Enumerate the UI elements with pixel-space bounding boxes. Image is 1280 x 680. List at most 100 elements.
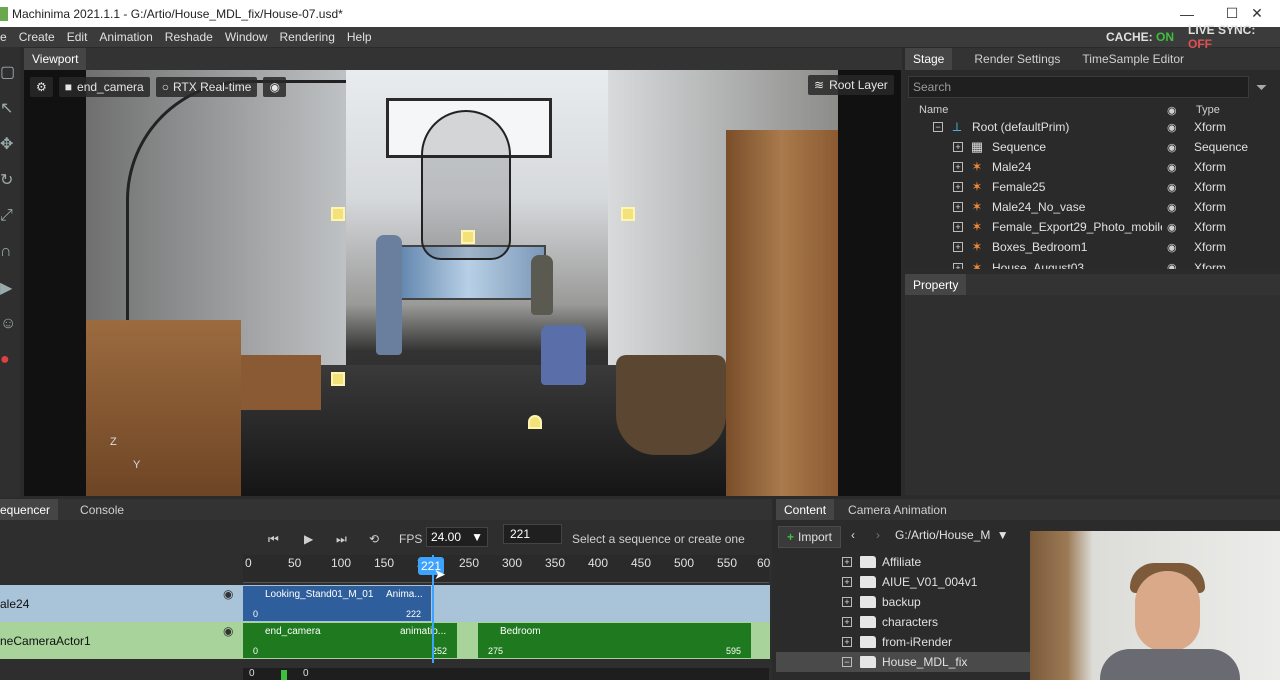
folder-row[interactable]: + AIUE_V01_004v1 [776,572,1031,592]
snap-tool-icon[interactable]: ∩ [0,241,16,263]
light-gizmo-icon[interactable] [331,372,345,386]
stage-row[interactable]: + ✶ Female_Export29_Photo_mobile ◉ Xform [908,217,1280,237]
expand-icon[interactable]: + [953,222,963,232]
eye-icon[interactable]: ◉ [1167,241,1177,254]
col-visibility-eye-icon[interactable]: ◉ [1167,104,1177,117]
viewport[interactable] [24,70,901,496]
step-forward-icon[interactable]: ⏭ [336,528,347,550]
eye-icon[interactable]: ◉ [1167,161,1177,174]
tab-console[interactable]: Console [72,499,132,521]
camera-clip[interactable]: Bedroom 275 595 [478,623,751,658]
timeline-ruler[interactable]: 0 50 100 150 200 250 300 350 400 450 500… [243,555,770,583]
menu-file-partial[interactable]: e [0,30,13,44]
track-row[interactable]: ale24 ◉ Looking_Stand01_M_01 Anima... 0 … [0,585,770,622]
eye-icon[interactable]: ◉ [1167,121,1177,134]
folder-row[interactable]: + characters [776,612,1031,632]
camera-selector[interactable]: ■ end_camera [58,77,150,97]
visibility-toggle[interactable]: ◉ [263,77,286,97]
tab-camera-animation[interactable]: Camera Animation [840,499,955,521]
fps-select[interactable]: 24.00 ▼ [426,527,488,547]
scale-tool-icon[interactable]: ⤢ [0,205,16,227]
light-gizmo-icon[interactable] [331,207,345,221]
folder-row-selected[interactable]: − House_MDL_fix [776,652,1031,672]
loop-icon[interactable]: ⟲ [369,528,379,550]
import-button[interactable]: + Import [778,526,841,548]
stage-row[interactable]: + ▦ Sequence ◉ Sequence [908,137,1280,157]
folder-row[interactable]: + backup [776,592,1031,612]
content-path[interactable]: G:/Artio/House_M ▼ [895,525,1015,545]
stage-row[interactable]: − ⟂ Root (defaultPrim) ◉ Xform [908,117,1280,137]
expand-icon[interactable]: + [953,182,963,192]
col-type-header[interactable]: Type [1196,104,1220,116]
menu-help[interactable]: Help [341,30,378,44]
expand-icon[interactable]: + [842,597,852,607]
expand-icon[interactable]: + [953,142,963,152]
expand-icon[interactable]: + [842,557,852,567]
tab-timesample-editor[interactable]: TimeSample Editor [1074,48,1192,70]
folder-row[interactable]: + Affiliate [776,552,1031,572]
live-sync-status[interactable]: LIVE SYNC: OFF [1188,23,1280,51]
menu-animation[interactable]: Animation [93,30,158,44]
pointer-tool-icon[interactable]: ↖ [0,97,16,119]
stage-row[interactable]: + ✶ Male24_No_vase ◉ Xform [908,197,1280,217]
menu-edit[interactable]: Edit [61,30,94,44]
timeline-scrollbar[interactable]: 0 0 [243,668,769,680]
expand-icon[interactable]: + [842,617,852,627]
menu-create[interactable]: Create [13,30,61,44]
stage-row[interactable]: + ✶ Male24 ◉ Xform [908,157,1280,177]
eye-icon[interactable]: ◉ [1167,261,1177,269]
tab-stage[interactable]: Stage [905,48,953,70]
menu-rendering[interactable]: Rendering [274,30,341,44]
eye-icon[interactable]: ◉ [223,587,233,601]
stage-row[interactable]: + ✶ House_August03 ◉ Xform [908,257,1280,269]
tab-viewport[interactable]: Viewport [24,48,87,70]
folder-row[interactable]: + from-iRender [776,632,1031,652]
expand-icon[interactable]: + [953,263,963,269]
col-name-header[interactable]: Name [919,104,948,116]
expand-icon[interactable]: + [842,637,852,647]
current-frame-input[interactable]: 221 [503,524,562,544]
select-tool-icon[interactable]: ▢ [0,61,16,83]
record-icon[interactable]: ● [0,349,16,371]
step-back-icon[interactable]: ⏮ [268,528,279,550]
light-gizmo-icon[interactable] [528,415,542,429]
forward-arrow-icon[interactable]: › [876,528,880,542]
eye-icon[interactable]: ◉ [1167,181,1177,194]
character-tool-icon[interactable]: ☺ [0,313,16,335]
stage-row[interactable]: + ✶ Boxes_Bedroom1 ◉ Xform [908,237,1280,257]
renderer-selector[interactable]: ○ RTX Real-time [155,77,258,97]
layer-selector[interactable]: ≋ Root Layer [808,75,894,95]
camera-clip[interactable]: end_camera animatio... 0 252 [243,623,457,658]
menu-reshade[interactable]: Reshade [159,30,219,44]
eye-icon[interactable]: ◉ [1167,221,1177,234]
stage-search-input[interactable]: Search [908,76,1249,98]
animation-clip[interactable]: Looking_Stand01_M_01 Anima... 0 222 [243,586,431,621]
filter-icon[interactable]: ⏷ [1256,79,1267,96]
back-arrow-icon[interactable]: ‹ [851,528,855,542]
light-gizmo-icon[interactable] [621,207,635,221]
collapse-icon[interactable]: − [842,657,852,667]
expand-icon[interactable]: + [953,202,963,212]
light-gizmo-icon[interactable] [461,230,475,244]
menu-window[interactable]: Window [219,30,274,44]
tab-render-settings[interactable]: Render Settings [966,48,1068,70]
track-row[interactable]: neCameraActor1 ◉ end_camera animatio... … [0,622,770,659]
rotate-tool-icon[interactable]: ↻ [0,169,16,191]
tab-content[interactable]: Content [776,499,835,521]
play-icon[interactable]: ▶ [304,528,313,550]
viewport-settings-button[interactable]: ⚙ [30,77,53,97]
tab-sequencer[interactable]: equencer [0,499,59,521]
expand-icon[interactable]: + [953,162,963,172]
eye-icon[interactable]: ◉ [1167,201,1177,214]
move-tool-icon[interactable]: ✥ [0,133,16,155]
range-marker[interactable] [281,670,287,680]
expand-icon[interactable]: + [953,242,963,252]
collapse-icon[interactable]: − [933,122,943,132]
eye-icon[interactable]: ◉ [223,624,233,638]
cache-status[interactable]: CACHE: ON [1106,30,1174,44]
stage-row[interactable]: + ✶ Female25 ◉ Xform [908,177,1280,197]
tab-property[interactable]: Property [905,274,967,296]
play-tool-icon[interactable]: ▶ [0,277,16,299]
expand-icon[interactable]: + [842,577,852,587]
eye-icon[interactable]: ◉ [1167,141,1177,154]
